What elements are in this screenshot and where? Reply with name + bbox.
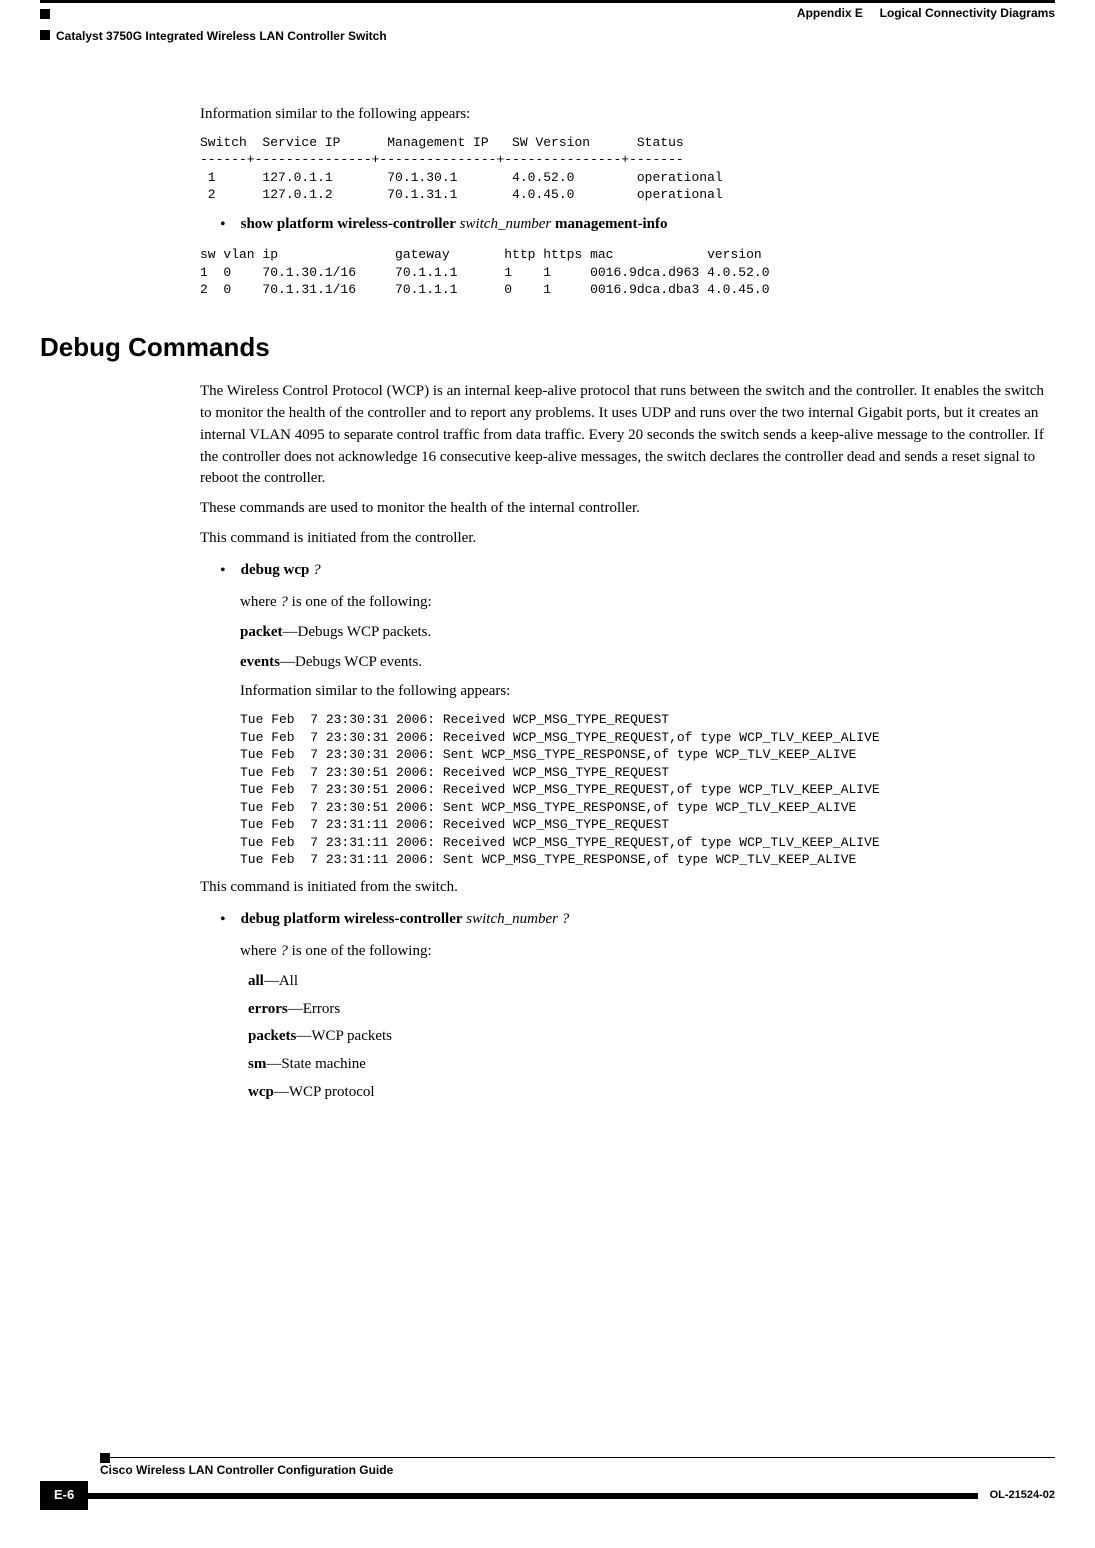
paragraph: The Wireless Control Protocol (WCP) is a… [200, 381, 1055, 490]
option-packet: packet—Debugs WCP packets. [240, 622, 1055, 644]
cmd-prefix: show platform wireless-controller [241, 216, 456, 232]
paragraph: This command is initiated from the switc… [200, 877, 1055, 899]
page-header: Appendix E Logical Connectivity Diagrams [40, 5, 1055, 22]
cmd-prefix: debug platform wireless-controller [241, 911, 463, 927]
footer-book-title: Cisco Wireless LAN Controller Configurat… [100, 1458, 1055, 1479]
cmd-arg: switch_number [460, 216, 552, 232]
option-all: all—All [248, 971, 1055, 993]
option-packets: packets—WCP packets [248, 1026, 1055, 1048]
where-line: where ? is one of the following: [240, 592, 1055, 614]
cmd-q: ? [313, 562, 321, 578]
paragraph: These commands are used to monitor the h… [200, 498, 1055, 520]
cmd-text: debug wcp [241, 562, 310, 578]
bullet-cmd-1: • show platform wireless-controller swit… [220, 214, 1055, 236]
where-line: where ? is one of the following: [240, 941, 1055, 963]
bullet-icon: • [220, 560, 226, 582]
bullet-cmd-3: • debug platform wireless-controller swi… [220, 909, 1055, 931]
code-block-1: Switch Service IP Management IP SW Versi… [200, 134, 1055, 204]
code-block-2: sw vlan ip gateway http https mac versio… [200, 246, 1055, 299]
header-marker-icon [40, 30, 50, 40]
paragraph: This command is initiated from the contr… [200, 528, 1055, 550]
cmd-arg: switch_number [466, 911, 558, 927]
option-wcp: wcp—WCP protocol [248, 1082, 1055, 1104]
section-heading: Debug Commands [40, 329, 1055, 367]
footer-marker-icon [100, 1453, 110, 1463]
appendix-label: Appendix E [797, 6, 863, 20]
info-line: Information similar to the following app… [240, 681, 1055, 703]
bullet-icon: • [220, 214, 226, 236]
code-block-3: Tue Feb 7 23:30:31 2006: Received WCP_MS… [240, 711, 1055, 869]
page-number: E-6 [40, 1481, 88, 1510]
cmd-suffix: management-info [555, 216, 668, 232]
intro-text: Information similar to the following app… [200, 104, 1055, 126]
header-subtitle: Catalyst 3750G Integrated Wireless LAN C… [56, 28, 387, 45]
header-marker-icon [40, 9, 50, 19]
page-footer: Cisco Wireless LAN Controller Configurat… [40, 1457, 1055, 1510]
option-errors: errors—Errors [248, 999, 1055, 1021]
bullet-cmd-2: • debug wcp ? [220, 560, 1055, 582]
option-events: events—Debugs WCP events. [240, 652, 1055, 674]
footer-doc-number: OL-21524-02 [990, 1488, 1055, 1504]
appendix-title: Logical Connectivity Diagrams [880, 6, 1055, 20]
option-sm: sm—State machine [248, 1054, 1055, 1076]
cmd-q: ? [562, 911, 570, 927]
bullet-icon: • [220, 909, 226, 931]
